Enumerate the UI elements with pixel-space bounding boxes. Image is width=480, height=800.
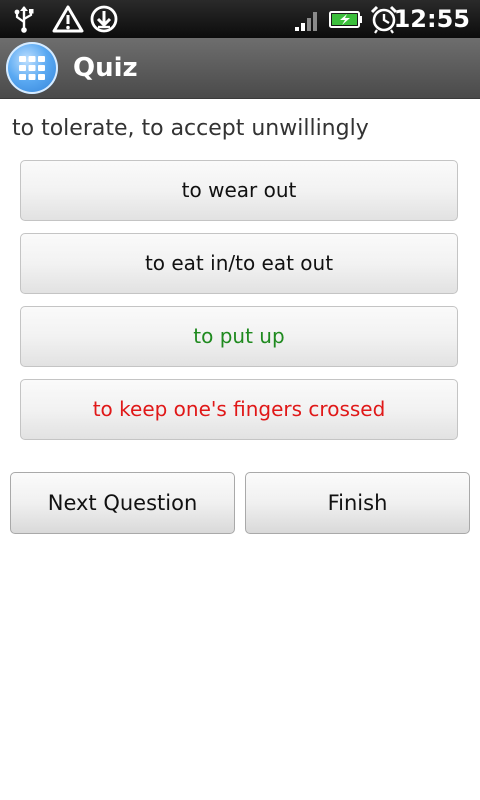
grid-icon[interactable] [6, 42, 58, 94]
warning-icon [52, 4, 84, 34]
status-clock: 12:55 [393, 5, 470, 33]
status-bar: 12:55 [0, 0, 480, 38]
signal-icon [292, 4, 322, 34]
battery-icon [328, 4, 364, 34]
download-icon [89, 4, 119, 34]
finish-button[interactable]: Finish [245, 472, 470, 534]
question-text: to tolerate, to accept unwillingly [12, 116, 369, 141]
title-bar: Quiz [0, 38, 480, 99]
answer-option-3[interactable]: to put up [20, 306, 458, 367]
answer-option-1[interactable]: to wear out [20, 160, 458, 221]
usb-icon [10, 4, 38, 34]
answer-option-4[interactable]: to keep one's fingers crossed [20, 379, 458, 440]
answer-option-2[interactable]: to eat in/to eat out [20, 233, 458, 294]
page-title: Quiz [73, 53, 138, 83]
next-question-button[interactable]: Next Question [10, 472, 235, 534]
